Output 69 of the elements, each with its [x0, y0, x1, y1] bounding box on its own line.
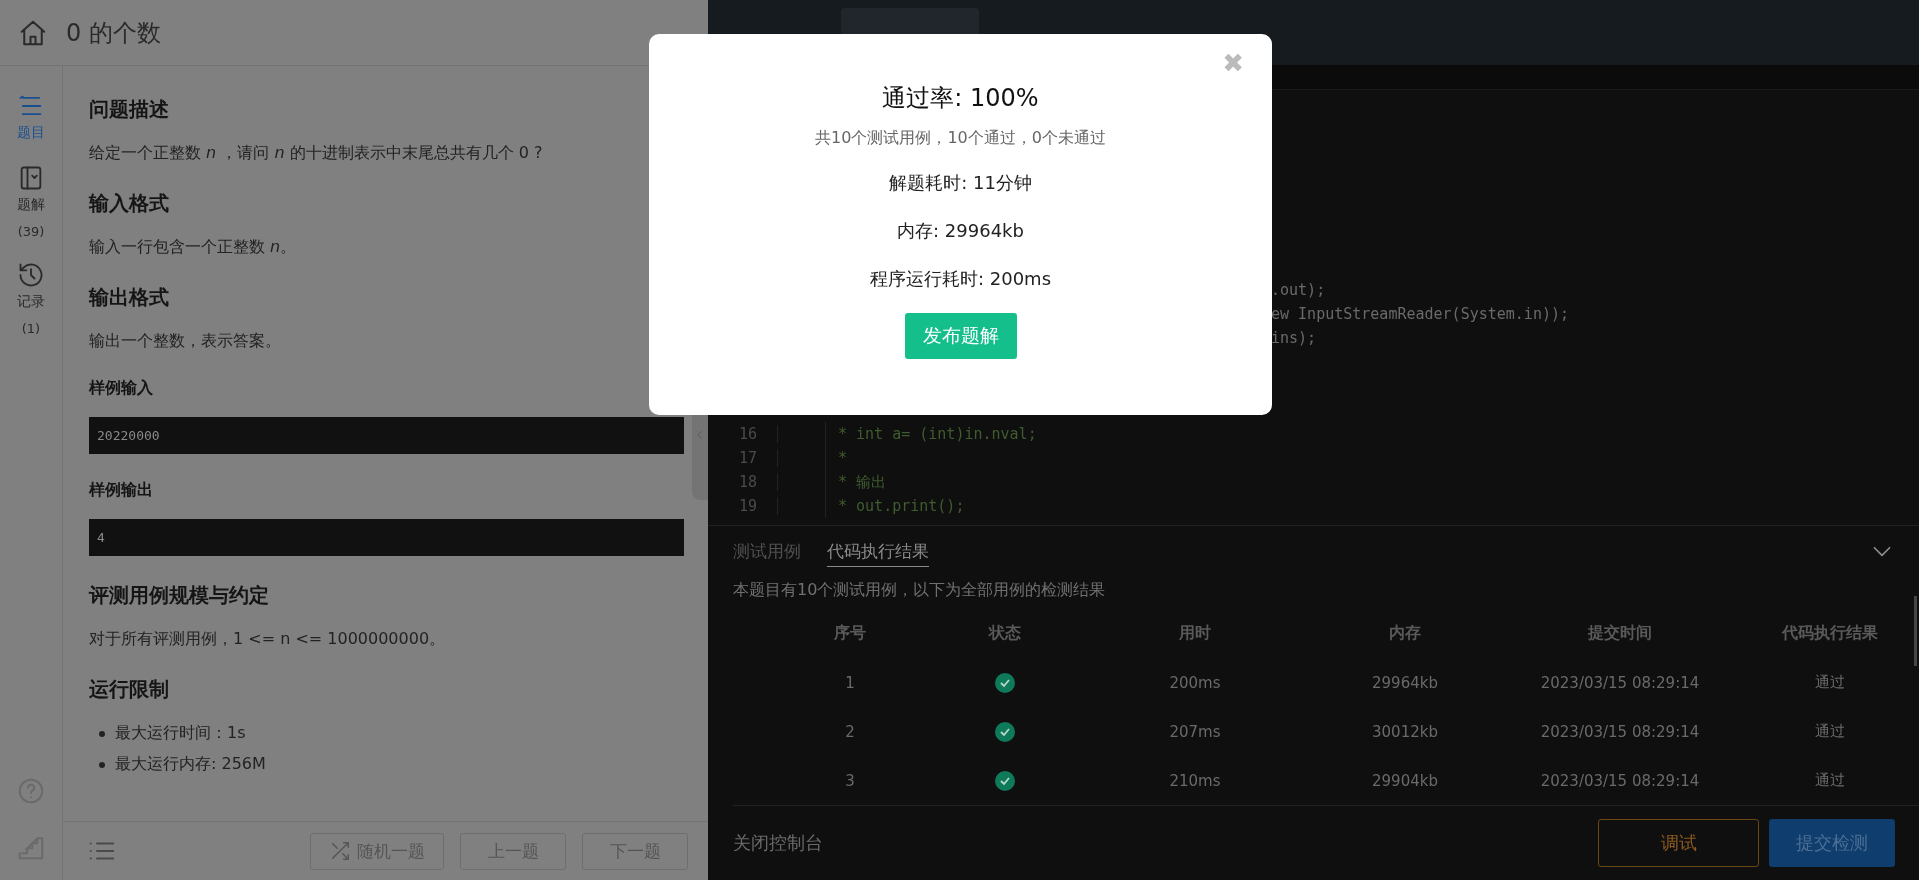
- description-text: 给定一个正整数 n ，请问 n 的十进制表示中末尾总共有几个 0 ?: [89, 143, 544, 164]
- table-cell: 29964kb: [1372, 673, 1438, 692]
- code-line: .out);: [1271, 281, 1326, 299]
- line-number: 19: [708, 497, 778, 515]
- table-cell: 通过: [1815, 722, 1845, 741]
- description-text: 对于所有评测用例，1 <= n <= 1000000000。: [89, 629, 447, 650]
- section-subheading: 样例输入: [89, 378, 154, 399]
- dialog-title: 通过率: 100%: [882, 83, 1039, 114]
- table-cell: 3: [845, 771, 855, 790]
- scrollbar[interactable]: [1914, 596, 1917, 666]
- code-line: * out.print();: [838, 497, 965, 515]
- publish-solution-button[interactable]: 发布题解: [904, 313, 1017, 359]
- sample-code-block: 20220000: [89, 417, 684, 454]
- history-icon: [17, 261, 45, 289]
- column-header: 状态: [989, 623, 1021, 644]
- code-line: ew InputStreamReader(System.in));: [1271, 305, 1569, 323]
- debug-button[interactable]: 调试: [1598, 819, 1759, 867]
- column-header: 提交时间: [1588, 623, 1652, 644]
- column-header: 用时: [1179, 623, 1211, 644]
- table-cell: 30012kb: [1372, 722, 1438, 741]
- table-cell: 2023/03/15 08:29:14: [1540, 771, 1700, 790]
- line-number: 16: [708, 425, 778, 443]
- table-cell: 29904kb: [1372, 771, 1438, 790]
- close-console-link[interactable]: 关闭控制台: [733, 831, 1588, 855]
- description-text: 输入一行包含一个正整数 n。: [89, 237, 298, 258]
- code-line: * int a= (int)in.nval;: [838, 425, 1037, 443]
- table-cell: 通过: [1815, 673, 1845, 692]
- table-cell: 2: [845, 722, 855, 741]
- table-cell: 1: [845, 673, 855, 692]
- close-icon[interactable]: ✖: [1222, 50, 1244, 76]
- table-cell: 207ms: [1169, 722, 1221, 741]
- result-summary: 本题目有10个测试用例，以下为全部用例的检测结果: [733, 580, 1107, 601]
- dialog-stat: 解题耗时: 11分钟: [889, 171, 1032, 195]
- column-header: 内存: [1389, 623, 1421, 644]
- code-line: * 输出: [838, 472, 887, 492]
- limit-text: 最大运行内存: 256M: [115, 754, 266, 775]
- table-cell: 2023/03/15 08:29:14: [1540, 722, 1700, 741]
- table-cell: 210ms: [1169, 771, 1221, 790]
- sidebar-item[interactable]: 题目: [16, 92, 46, 142]
- table-cell: 200ms: [1169, 673, 1221, 692]
- console-tab[interactable]: 测试用例: [733, 539, 801, 567]
- console-tab[interactable]: 代码执行结果: [827, 539, 929, 567]
- shuffle-icon: [329, 840, 351, 862]
- bullet-dot: [99, 762, 105, 768]
- section-subheading: 样例输出: [89, 480, 154, 501]
- problem-title: 0 的个数: [66, 17, 161, 49]
- section-heading: 评测用例规模与约定: [89, 582, 270, 609]
- limit-text: 最大运行时间：1s: [115, 723, 246, 744]
- table-cell: 通过: [1815, 771, 1845, 790]
- code-line: ins);: [1271, 329, 1317, 347]
- column-header: 代码执行结果: [1782, 623, 1878, 644]
- sidebar-item[interactable]: 记录 (1): [17, 261, 45, 336]
- table-cell: 2023/03/15 08:29:14: [1540, 673, 1700, 692]
- dialog-stat: 程序运行耗时: 200ms: [869, 267, 1052, 291]
- submit-button[interactable]: 提交检测: [1769, 819, 1895, 867]
- column-header: 序号: [834, 623, 866, 644]
- section-heading: 运行限制: [89, 676, 170, 703]
- dialog-stat: 内存: 29964kb: [897, 219, 1024, 243]
- section-heading: 问题描述: [89, 96, 170, 123]
- sample-code-block: 4: [89, 519, 684, 556]
- section-heading: 输出格式: [89, 284, 170, 311]
- sidebar-item[interactable]: 题解 (39): [17, 164, 45, 239]
- section-heading: 输入格式: [89, 190, 170, 217]
- bullet-dot: [99, 731, 105, 737]
- line-number: 18: [708, 473, 778, 491]
- dialog-subtitle: 共10个测试用例，10个通过，0个未通过: [815, 128, 1106, 149]
- line-number: 17: [708, 449, 778, 467]
- description-text: 输出一个整数，表示答案。: [89, 331, 282, 352]
- code-line: *: [838, 449, 848, 467]
